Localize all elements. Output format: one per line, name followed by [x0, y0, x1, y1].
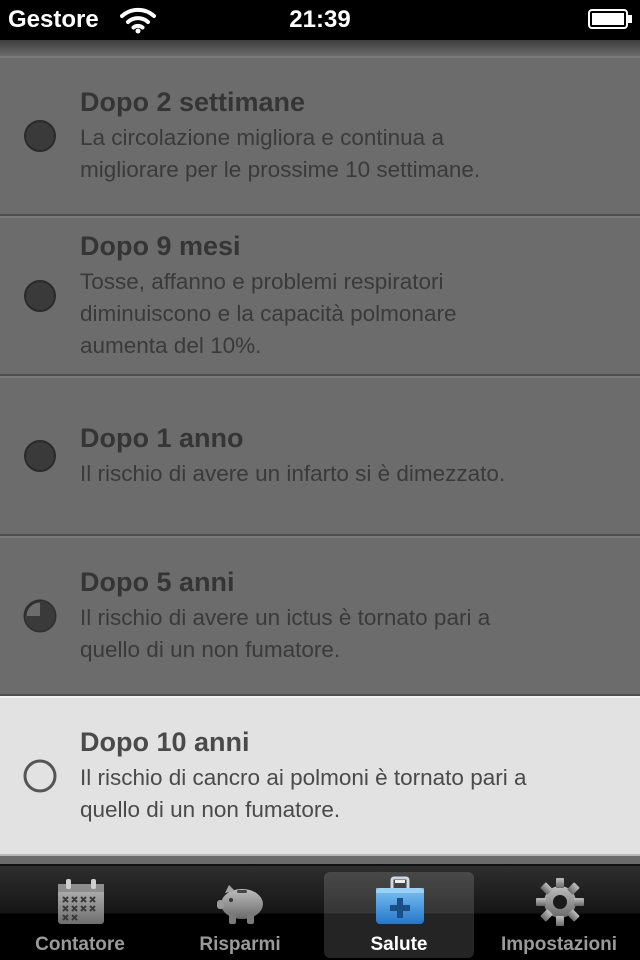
milestone-row[interactable]: Dopo 10 anni Il rischio di cancro ai polm… — [0, 696, 640, 856]
progress-indicator-icon — [23, 759, 57, 793]
progress-indicator-icon — [24, 120, 56, 152]
milestone-title: Dopo 2 settimane — [80, 87, 306, 117]
milestone-description-line: diminuiscono e la capacità polmonare — [80, 301, 457, 326]
tab-label: Salute — [370, 934, 428, 955]
health-milestones-list[interactable]: Dopo 2 settimane La circolazione migliora… — [0, 40, 640, 864]
milestone-description-line: Il rischio di cancro ai polmoni è tornat… — [80, 765, 527, 790]
tab-impostazioni[interactable]: Impostazioni — [484, 872, 634, 958]
milestone-row[interactable]: Dopo 5 anni Il rischio di avere un ictus … — [0, 536, 640, 696]
tab-label: Risparmi — [199, 934, 281, 955]
progress-indicator-icon — [24, 280, 56, 312]
gear-icon — [536, 878, 584, 926]
tab-risparmi[interactable]: Risparmi — [165, 872, 315, 958]
first-aid-kit-icon — [376, 876, 424, 924]
milestone-description-line: Il rischio di avere un infarto si è dime… — [80, 461, 506, 486]
milestone-title: Dopo 1 anno — [80, 423, 244, 453]
list-top-shadow — [0, 40, 640, 56]
piggy-bank-icon — [217, 885, 263, 924]
milestone-description-line: quello di un non fumatore. — [80, 637, 341, 662]
milestone-title: Dopo 5 anni — [80, 567, 235, 597]
milestone-description-line: quello di un non fumatore. — [80, 797, 341, 822]
tab-bar: Contatore Risparmi Salute Impostazioni — [0, 864, 640, 960]
milestone-row[interactable]: Dopo 2 settimane La circolazione migliora… — [0, 56, 640, 216]
milestone-description-line: Il rischio di avere un ictus è tornato p… — [80, 605, 491, 630]
milestone-row[interactable]: Dopo 9 mesi Tosse, affanno e problemi res… — [0, 216, 640, 376]
clock: 21:39 — [289, 6, 351, 33]
tab-salute[interactable]: Salute — [324, 872, 474, 958]
milestone-description-line: Tosse, affanno e problemi respiratori — [80, 269, 444, 294]
milestone-description-line: migliorare per le prossime 10 settimane. — [80, 157, 481, 182]
progress-indicator-icon — [23, 599, 57, 633]
tab-label: Contatore — [35, 934, 125, 955]
progress-indicator-icon — [24, 440, 56, 472]
battery-icon — [588, 9, 632, 29]
tab-contatore[interactable]: Contatore — [5, 872, 155, 958]
milestone-description-line: La circolazione migliora e continua a — [80, 125, 444, 150]
status-bar: Gestore 21:39 — [0, 0, 640, 40]
tab-label: Impostazioni — [500, 934, 618, 955]
milestone-row[interactable]: Dopo 1 anno Il rischio di avere un infart… — [0, 376, 640, 536]
calendar-icon — [58, 879, 104, 924]
milestone-title: Dopo 10 anni — [80, 727, 250, 757]
milestone-title: Dopo 9 mesi — [80, 231, 241, 261]
milestone-description-line: aumenta del 10%. — [80, 333, 262, 358]
